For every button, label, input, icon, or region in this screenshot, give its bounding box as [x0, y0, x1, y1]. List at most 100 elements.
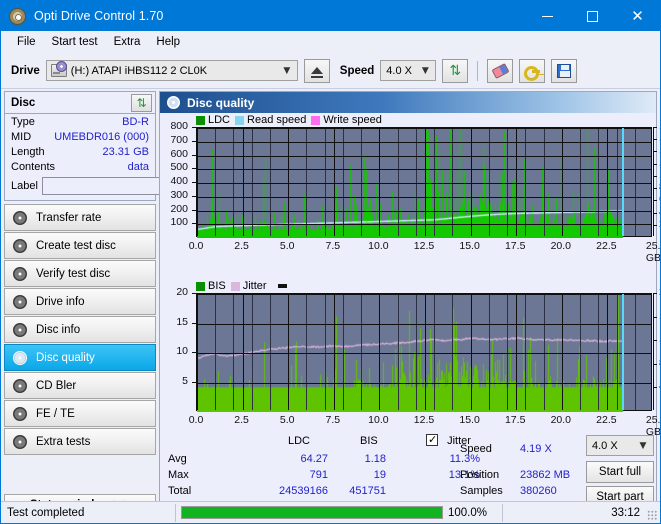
title-bar: Opti Drive Control 1.70 ✕ — [1, 1, 660, 31]
stats-total-ldc: 24539166 — [279, 485, 328, 497]
stats-row-avg-label: Avg — [168, 453, 187, 465]
nav-buttons: Transfer rate Create test disc Verify te… — [4, 204, 156, 455]
disc-row-contents-key: Contents — [11, 160, 56, 173]
elapsed-time: 33:12 — [611, 506, 640, 519]
cursor-marker-icon — [277, 284, 287, 288]
drive-select[interactable]: (H:) ATAPI iHBS112 2 CL0K ▼ — [45, 60, 298, 81]
drive-select-value: (H:) ATAPI iHBS112 2 CL0K — [70, 64, 208, 77]
stats-max-bis: 19 — [373, 469, 386, 481]
sidebar: Disc ⇅ Type BD-R MID UMEBDR016 (000) Len… — [1, 89, 245, 518]
sidebar-item-fe-te[interactable]: FE / TE — [4, 400, 156, 427]
read-speed-cursor — [622, 294, 624, 410]
y-tick-label: 10 — [176, 345, 188, 357]
sidebar-item-label: Disc quality — [36, 351, 95, 364]
menu-item-start-test[interactable]: Start test — [44, 34, 106, 50]
sidebar-item-label: Create test disc — [36, 239, 116, 252]
eject-icon — [310, 67, 323, 78]
disc-row-type: Type BD-R — [5, 114, 155, 129]
speed-label: Speed — [339, 64, 375, 77]
progress-percent: 100.0% — [448, 506, 488, 519]
maximize-button[interactable] — [570, 1, 615, 31]
sidebar-item-extra-tests[interactable]: Extra tests — [4, 428, 156, 455]
refresh-button[interactable]: ⇅ — [442, 58, 469, 83]
x-tick-label: 7.5 — [325, 414, 341, 426]
menu-bar: File Start test Extra Help — [1, 31, 660, 53]
y-tick-label: 20 — [176, 286, 188, 298]
disc-label-key: Label — [11, 180, 38, 192]
test-speed-select[interactable]: 4.0 X ▼ — [586, 435, 654, 456]
sidebar-item-label: Transfer rate — [36, 211, 102, 224]
disc-icon — [13, 406, 27, 421]
x-tick-label: 15.0 — [459, 240, 480, 252]
body: Disc ⇅ Type BD-R MID UMEBDR016 (000) Len… — [1, 89, 660, 518]
menu-item-help[interactable]: Help — [148, 34, 188, 50]
minimize-button[interactable] — [525, 1, 570, 31]
y-tick-label: 500 — [170, 161, 188, 174]
disc-icon — [13, 238, 27, 253]
sidebar-item-label: Extra tests — [36, 435, 91, 448]
speed-select-value: 4.0 X — [386, 64, 412, 77]
speed-select[interactable]: 4.0 X ▼ — [380, 60, 437, 81]
disc-panel-header: Disc ⇅ — [5, 92, 155, 114]
sidebar-item-verify-test-disc[interactable]: Verify test disc — [4, 260, 156, 287]
bis-x-axis: 0.02.55.07.510.012.515.017.520.022.525.0… — [189, 413, 660, 438]
stats-row-total-label: Total — [168, 485, 192, 497]
app-disc-icon — [9, 7, 26, 25]
legend-item-read-speed: Read speed — [235, 114, 306, 126]
disc-quality-panel: Disc quality LDC Read speed Write speed … — [159, 91, 660, 516]
sidebar-item-transfer-rate[interactable]: Transfer rate — [4, 204, 156, 231]
disc-row-length-key: Length — [11, 145, 45, 158]
legend-label-read-speed: Read speed — [247, 114, 307, 126]
chevron-down-icon: ▼ — [283, 65, 291, 76]
save-button[interactable] — [551, 58, 578, 83]
stats-row-max-label: Max — [168, 469, 189, 481]
x-tick-label: 20.0 — [550, 240, 572, 252]
speed-result-value: 4.19 X — [520, 443, 552, 455]
resize-grip-icon[interactable] — [647, 510, 657, 520]
menu-item-extra[interactable]: Extra — [106, 34, 149, 50]
stats-col-ldc: LDC — [288, 435, 311, 447]
progress-bar-fill — [182, 507, 442, 518]
sidebar-item-disc-info[interactable]: Disc info — [4, 316, 156, 343]
eraser-icon — [491, 62, 510, 79]
disc-row-type-key: Type — [11, 115, 35, 128]
position-label: Position — [460, 469, 500, 481]
chevron-down-icon: ▼ — [639, 440, 647, 451]
legend-swatch-read-speed — [235, 115, 245, 125]
ldc-chart-legend: LDC Read speed Write speed — [160, 113, 656, 127]
erase-button[interactable] — [487, 58, 514, 83]
sidebar-item-label: CD Bler — [36, 379, 77, 392]
eject-button[interactable] — [303, 58, 330, 83]
disc-row-mid-value: UMEBDR016 (000) — [54, 130, 149, 143]
jitter-checkbox[interactable] — [426, 433, 438, 446]
legend-item-jitter: Jitter — [230, 280, 267, 292]
y-tick-label: 300 — [170, 188, 188, 201]
stats-col-bis: BIS — [360, 435, 378, 447]
stats-avg-bis: 1.18 — [364, 453, 386, 465]
disc-icon — [13, 210, 27, 225]
disc-icon — [13, 294, 27, 309]
window-title: Opti Drive Control 1.70 — [34, 9, 164, 23]
legend-swatch-ldc — [196, 115, 205, 125]
progress-bar — [181, 506, 443, 519]
sidebar-item-create-test-disc[interactable]: Create test disc — [4, 232, 156, 259]
x-tick-label: 20.0 — [550, 414, 572, 426]
status-bar: Test completed 100.0% 33:12 — [1, 501, 660, 523]
sidebar-item-cd-bler[interactable]: CD Bler — [4, 372, 156, 399]
sidebar-item-drive-info[interactable]: Drive info — [4, 288, 156, 315]
status-message: Test completed — [7, 506, 85, 519]
x-tick-label: 7.5 — [325, 240, 341, 252]
disc-refresh-button[interactable]: ⇅ — [131, 93, 152, 112]
speed-result-label: Speed — [460, 443, 492, 455]
ldc-plot-area — [196, 127, 654, 238]
key-button[interactable] — [519, 58, 546, 83]
disc-info-panel: Disc ⇅ Type BD-R MID UMEBDR016 (000) Len… — [4, 91, 245, 201]
main-panel: Disc quality LDC Read speed Write speed … — [159, 89, 660, 518]
menu-item-file[interactable]: File — [9, 34, 44, 50]
legend-swatch-bis — [196, 281, 205, 291]
start-full-button[interactable]: Start full — [586, 461, 654, 483]
save-icon — [557, 63, 572, 78]
x-tick-label: 15.0 — [459, 414, 480, 426]
close-button[interactable]: ✕ — [615, 1, 660, 31]
sidebar-item-disc-quality[interactable]: Disc quality — [4, 344, 156, 371]
